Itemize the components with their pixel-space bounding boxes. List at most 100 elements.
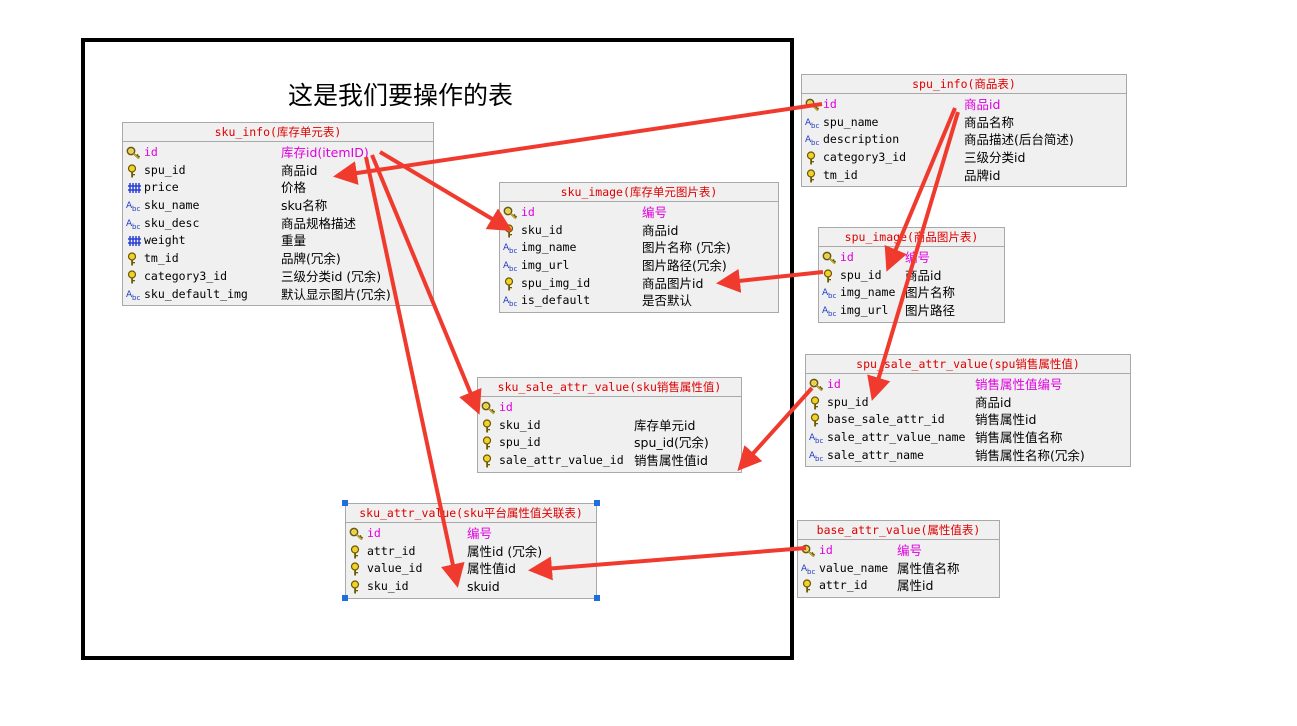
table-row[interactable]: id 商品id [802,96,1126,114]
column-comment: 商品id [964,97,1001,112]
column-name: spu_id [144,162,186,177]
column-comment: 属性值名称 [897,560,960,576]
table-row[interactable]: id 编号 [346,525,596,543]
table-row[interactable]: weight 重量 [123,232,433,250]
table-row[interactable]: Abc sale_attr_name 销售属性名称(冗余) [806,447,1130,465]
column-comment: 属性值id [467,561,516,577]
table-spu-image[interactable]: spu_image(商品图片表) id 编号 spu_id 商品id Abc img_na… [818,227,1005,323]
table-row[interactable]: id 编号 [500,204,778,222]
table-row[interactable]: spu_id 商品id [806,394,1130,412]
svg-text:bc: bc [811,139,819,147]
table-row[interactable]: attr_id 属性id (冗余) [346,543,596,561]
column-name: sku_id [521,222,563,237]
table-row[interactable]: Abc description 商品描述(后台简述) [802,131,1126,149]
table-row[interactable]: Abc is_default 是否默认 [500,292,778,310]
table-row[interactable]: id 销售属性值编号 [806,376,1130,394]
numeric-icon [126,234,142,248]
column-name: id [499,400,513,414]
table-sku-info[interactable]: sku_info(库存单元表) id 库存id(itemID) spu_id 商品id… [122,122,434,306]
selection-handle-top-left[interactable] [342,500,348,506]
foreign-key-icon [809,396,825,410]
column-comment: 重量 [281,233,307,249]
column-comment: 价格 [281,180,307,196]
table-row[interactable]: id 库存id(itemID) [123,144,433,162]
table-row[interactable]: base_sale_attr_id 销售属性id [806,411,1130,429]
column-comment: 是否默认 [642,293,693,309]
primary-key-icon [503,206,519,220]
table-row[interactable]: tm_id 品牌(冗余) [123,250,433,268]
column-name: category3_id [144,268,228,283]
column-name: weight [144,233,186,248]
table-row[interactable]: sku_id 库存单元id [478,417,741,435]
svg-text:bc: bc [815,455,823,463]
primary-key-icon [126,146,142,160]
foreign-key-icon [481,436,497,450]
table-base-attr-value[interactable]: base_attr_value(属性值表) id 编号 Abc value_name 属… [797,520,1000,598]
column-comment: 销售属性值id [634,453,708,469]
table-row[interactable]: id 编号 [798,542,999,560]
column-comment: 图片路径 [905,303,956,319]
table-row[interactable]: Abc value_name 属性值名称 [798,560,999,578]
text-type-icon: Abc [805,133,821,147]
table-row[interactable]: Abc sku_name sku名称 [123,197,433,215]
table-row[interactable]: Abc img_url 图片路径 [819,302,1004,320]
svg-text:bc: bc [828,310,836,318]
foreign-key-icon [503,277,519,291]
table-row[interactable]: value_id 属性值id [346,560,596,578]
table-row[interactable]: Abc img_url 图片路径(冗余) [500,257,778,275]
table-sku-sale-attr-value[interactable]: sku_sale_attr_value(sku销售属性值) id sku_id 库存… [477,377,742,473]
svg-text:bc: bc [132,294,140,302]
column-name: tm_id [823,167,858,182]
column-name: spu_id [840,267,882,282]
foreign-key-icon [349,580,365,594]
table-row[interactable]: Abc sku_default_img 默认显示图片(冗余) [123,286,433,304]
svg-text:bc: bc [132,223,140,231]
column-comment: 三级分类id [964,150,1026,166]
foreign-key-icon [126,252,142,266]
column-name: img_url [521,258,570,273]
column-name: id [823,97,837,111]
column-name: tm_id [144,251,179,266]
column-name: sku_default_img [144,286,248,301]
table-row[interactable]: attr_id 属性id [798,577,999,595]
table-title: spu_image(商品图片表) [819,228,1004,247]
table-title: sku_image(库存单元图片表) [500,183,778,202]
selection-handle-bottom-right[interactable] [594,595,600,601]
column-comment: 商品id [905,267,942,283]
selection-handle-bottom-left[interactable] [342,595,348,601]
table-row[interactable]: category3_id 三级分类id (冗余) [123,268,433,286]
table-row[interactable]: spu_id 商品id [819,267,1004,285]
column-name: sku_id [499,417,541,432]
table-spu-info[interactable]: spu_info(商品表) id 商品id Abc spu_name 商品名称 Abc de… [801,74,1127,187]
column-name: id [819,543,833,557]
column-comment: 商品名称 [964,114,1015,130]
table-row[interactable]: Abc img_name 图片名称 (冗余) [500,239,778,257]
table-row[interactable]: Abc img_name 图片名称 [819,284,1004,302]
table-sku-image[interactable]: sku_image(库存单元图片表) id 编号 sku_id 商品id Abc img_… [499,182,779,313]
table-row[interactable]: spu_id spu_id(冗余) [478,434,741,452]
table-row[interactable]: category3_id 三级分类id [802,149,1126,167]
column-comment: 图片名称 [905,285,956,301]
table-row[interactable]: Abc sale_attr_value_name 销售属性值名称 [806,429,1130,447]
table-row[interactable]: spu_id 商品id [123,162,433,180]
column-comment: 属性id (冗余) [467,543,543,559]
table-title: spu_sale_attr_value(spu销售属性值) [806,355,1130,374]
column-name: value_name [819,560,889,575]
table-sku-attr-value[interactable]: sku_attr_value(sku平台属性值关联表) id 编号 attr_id 属… [345,503,597,599]
table-row[interactable]: Abc spu_name 商品名称 [802,114,1126,132]
table-row[interactable]: Abc sku_desc 商品规格描述 [123,215,433,233]
column-name: sku_desc [144,215,200,230]
foreign-key-icon [801,579,817,593]
table-row[interactable]: sku_id 商品id [500,222,778,240]
table-row[interactable]: spu_img_id 商品图片id [500,275,778,293]
table-spu-sale-attr-value[interactable]: spu_sale_attr_value(spu销售属性值) id 销售属性值编号 s… [805,354,1131,467]
selection-handle-top-right[interactable] [594,500,600,506]
table-row[interactable]: id [478,399,741,417]
table-row[interactable]: price 价格 [123,179,433,197]
text-type-icon: Abc [503,294,519,308]
table-row[interactable]: sale_attr_value_id 销售属性值id [478,452,741,470]
text-type-icon: Abc [809,431,825,445]
table-row[interactable]: sku_id skuid [346,578,596,596]
table-row[interactable]: tm_id 品牌id [802,167,1126,185]
table-row[interactable]: id 编号 [819,249,1004,267]
